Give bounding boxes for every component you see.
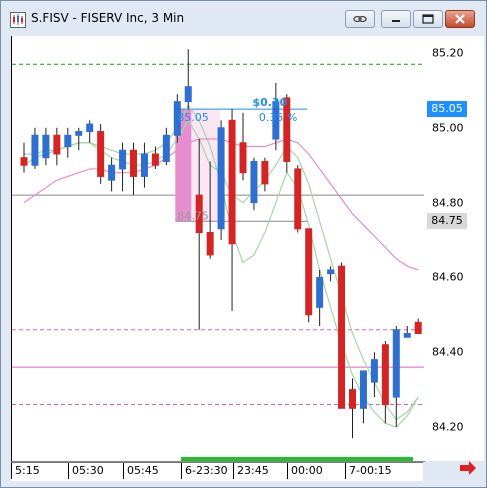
candle-up xyxy=(162,134,170,162)
candle-down xyxy=(20,157,28,166)
candle-down xyxy=(206,232,214,256)
candle-down xyxy=(97,131,105,177)
candle-down xyxy=(305,228,313,316)
price-chart[interactable]: $0.30 0.35 % 85.05 84.75 xyxy=(11,36,425,462)
price-badge: 85.05 xyxy=(427,101,467,118)
candle-down xyxy=(261,160,269,185)
title-bar[interactable]: S.FISV - FISERV Inc, 3 Min xyxy=(1,1,486,35)
time-tick-label: 05:45 xyxy=(123,463,159,479)
candle-up xyxy=(119,149,127,170)
price-tick-label: 84.40 xyxy=(432,345,464,359)
candle-down xyxy=(414,321,422,334)
window-title: S.FISV - FISERV Inc, 3 Min xyxy=(31,11,185,25)
right-arrow-icon[interactable] xyxy=(458,459,478,477)
time-tick-label: 7-00:15 xyxy=(345,463,392,479)
measure-percent-label: 0.35 % xyxy=(259,111,297,124)
candle-up xyxy=(31,134,39,166)
price-tick-label: 84.60 xyxy=(432,270,464,284)
minimize-button[interactable] xyxy=(381,10,411,28)
price-axis[interactable]: 85.20 85.00 84.80 84.60 84.40 84.20 85.05 84.75 xyxy=(424,36,484,461)
candle-up xyxy=(392,329,400,398)
minimize-icon xyxy=(392,20,400,22)
link-button[interactable] xyxy=(345,10,375,28)
candle-up xyxy=(64,134,72,147)
candle-down xyxy=(338,265,346,409)
candle-down xyxy=(151,153,159,166)
candle-up xyxy=(75,131,83,136)
candle-up xyxy=(370,359,378,383)
candle-up xyxy=(327,269,335,275)
close-icon xyxy=(455,14,465,24)
chart-app-icon xyxy=(10,12,26,28)
scroll-position-bar[interactable] xyxy=(181,457,413,461)
price-tick-label: 84.80 xyxy=(432,196,464,210)
measure-end-label: 84.75 xyxy=(177,209,209,222)
candle-up xyxy=(184,86,192,103)
time-tick-label: 5:15 xyxy=(11,463,40,479)
time-axis[interactable]: 5:15 05:30 05:45 6-23:30 23:45 00:00 7-00:15 xyxy=(11,462,423,481)
price-badge: 84.75 xyxy=(427,213,467,230)
maximize-button[interactable] xyxy=(413,10,443,28)
candle-up xyxy=(86,123,94,133)
candle-down xyxy=(381,344,389,406)
candle-down xyxy=(130,149,137,177)
time-tick-label: 23:45 xyxy=(233,463,269,479)
measure-start-label: 85.05 xyxy=(177,111,209,124)
chart-window: S.FISV - FISERV Inc, 3 Min $0.30 0.35 % … xyxy=(0,0,487,488)
price-tick-label: 85.00 xyxy=(432,121,464,135)
candle-down xyxy=(53,134,61,155)
candle-up xyxy=(140,153,148,177)
candle-up xyxy=(316,276,324,308)
time-tick-label: 05:30 xyxy=(68,463,104,479)
candle-down xyxy=(349,389,356,409)
candle-down xyxy=(294,168,302,230)
time-tick-label: 00:00 xyxy=(287,463,323,479)
time-tick-label: 6-23:30 xyxy=(181,463,228,479)
candle-down xyxy=(239,142,247,174)
close-button[interactable] xyxy=(445,10,475,28)
candle-up xyxy=(403,333,411,338)
candle-down xyxy=(228,119,236,245)
candle-up xyxy=(359,370,367,409)
maximize-icon xyxy=(422,14,434,24)
price-tick-label: 84.20 xyxy=(432,420,464,434)
candle-up xyxy=(42,134,50,159)
candle-up xyxy=(217,127,225,230)
measure-change-label: $0.30 xyxy=(253,96,288,109)
candle-up xyxy=(108,164,116,181)
link-icon xyxy=(353,15,367,23)
price-tick-label: 85.20 xyxy=(432,46,464,60)
candle-up xyxy=(250,160,258,204)
